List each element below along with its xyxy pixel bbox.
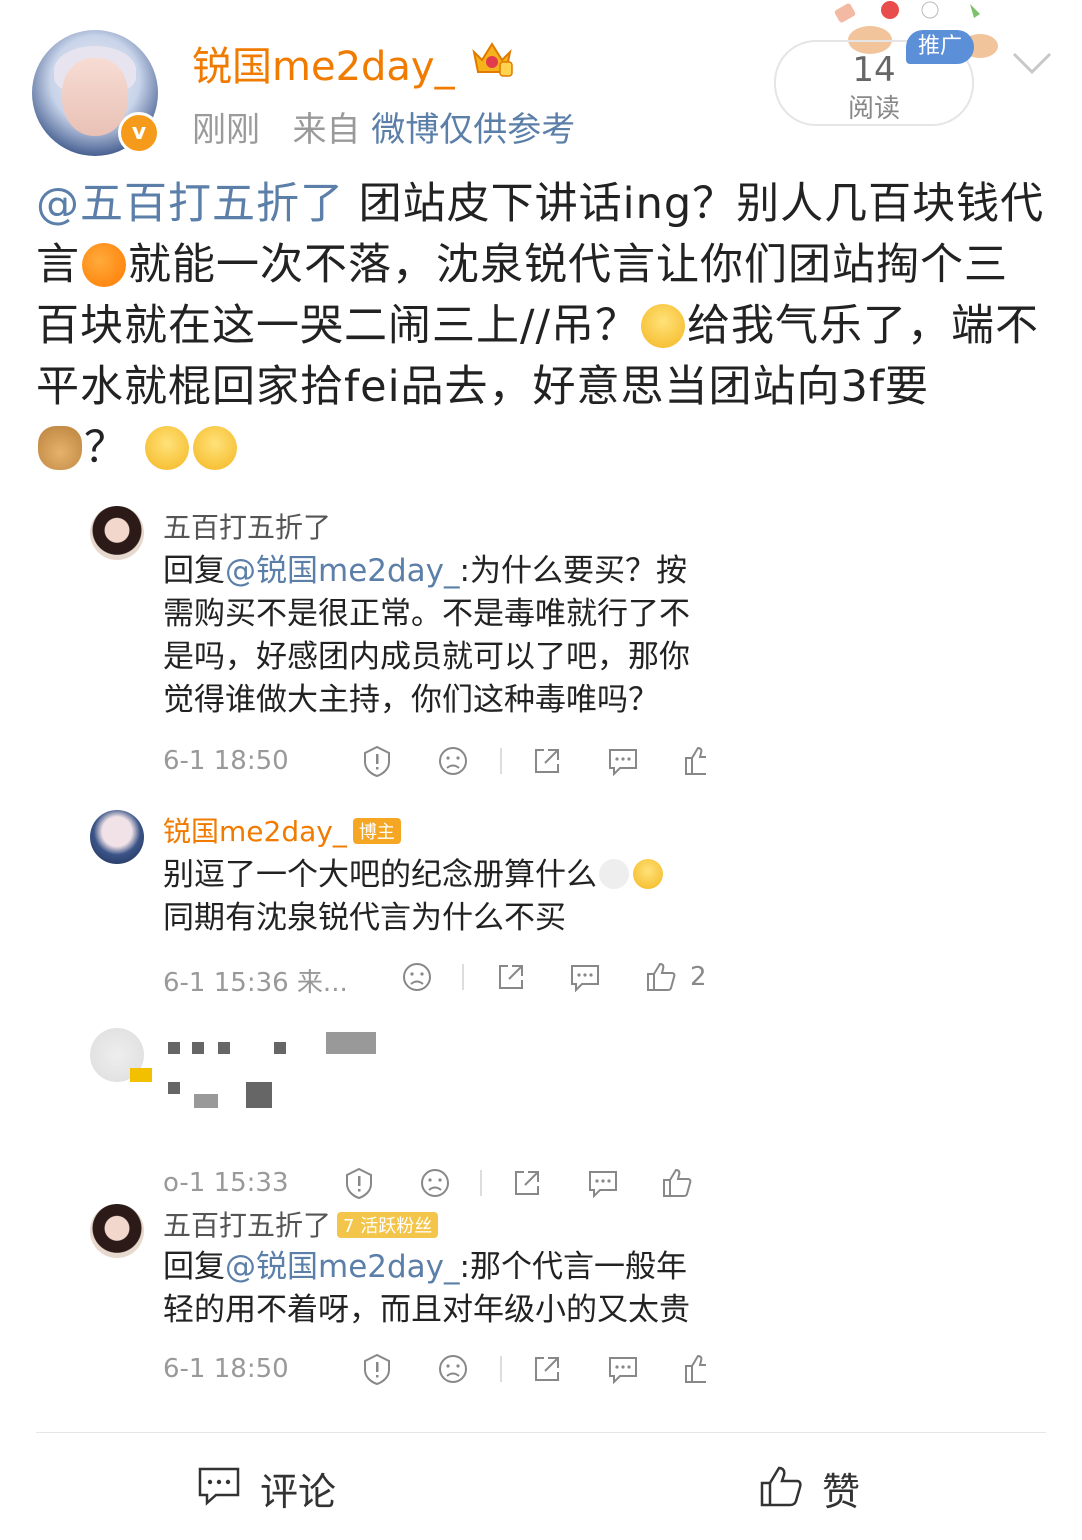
comment-text-line2: 同期有沈泉锐代言为什么不买 xyxy=(163,900,566,936)
avatar xyxy=(90,810,144,864)
comment-author-name: 五百打五折了 xyxy=(163,1209,332,1242)
bottom-action-bar: 评论 赞 xyxy=(0,1433,1082,1540)
censor-block xyxy=(130,1068,152,1082)
dove-emoji-icon xyxy=(599,859,629,889)
blogger-tag: 博主 xyxy=(352,818,401,844)
comment-actions xyxy=(360,1352,720,1386)
report-icon xyxy=(342,1166,376,1200)
comment-time: 6-1 15:36 来... xyxy=(163,968,348,998)
like-icon xyxy=(760,1466,802,1507)
censor-block xyxy=(168,1042,180,1054)
comment-body: 回复@锐国me2day_:为什么要买？按需购买不是很正常。不是毒唯就行了不是吗，… xyxy=(163,550,708,722)
share-icon xyxy=(494,960,528,994)
post-source[interactable]: 微博仅供参考 xyxy=(371,110,575,150)
post-mention[interactable]: @五百打五折了 xyxy=(36,179,344,229)
dislike-face-icon xyxy=(418,1166,452,1200)
comment-label: 评论 xyxy=(260,1470,337,1514)
share-icon xyxy=(530,744,564,778)
comment-button[interactable]: 评论 xyxy=(196,1461,356,1514)
comment-mention: @锐国me2day_ xyxy=(225,1249,460,1285)
like-icon xyxy=(682,1352,706,1386)
like-icon xyxy=(682,744,706,778)
comment-mention: @锐国me2day_ xyxy=(225,553,460,589)
dislike-face-icon xyxy=(400,960,434,994)
comment-author: 锐国me2day_ 博主 xyxy=(163,810,401,850)
censor-block xyxy=(218,1042,230,1054)
post-body: @五百打五折了 团站皮下讲话ing？别人几百块钱代言 就能一次不落，沈泉锐代言让你… xyxy=(36,174,1046,479)
orange-emoji-icon xyxy=(82,243,126,287)
laugh-cry-emoji-icon xyxy=(144,426,189,470)
comment-icon xyxy=(198,1467,240,1506)
censor-block xyxy=(194,1094,218,1108)
comment-icon xyxy=(568,960,602,994)
like-icon xyxy=(644,960,678,994)
censor-block xyxy=(326,1032,376,1054)
laugh-cry-emoji-icon xyxy=(192,426,237,470)
fan-level-tag: 7 活跃粉丝 xyxy=(337,1212,439,1238)
crown-icon xyxy=(472,42,513,77)
avatar xyxy=(90,506,144,560)
money-bag-emoji-icon xyxy=(38,426,82,470)
report-icon xyxy=(360,1352,394,1386)
comment-actions xyxy=(360,744,720,778)
divider xyxy=(462,964,464,990)
like-label: 赞 xyxy=(822,1470,861,1514)
dislike-face-icon xyxy=(436,1352,470,1386)
censor-block xyxy=(168,1082,180,1094)
comment-body: 回复@锐国me2day_:那个代言一般年轻的用不着呀，而且对年级小的又太贵 xyxy=(163,1246,708,1332)
comment-time: o-1 15:33 xyxy=(163,1168,289,1198)
comment-author: 五百打五折了 7 活跃粉丝 xyxy=(163,1204,439,1244)
divider xyxy=(500,748,502,774)
comment-author-name: 锐国me2day_ xyxy=(163,815,347,848)
censor-block xyxy=(192,1042,204,1054)
like-button[interactable]: 赞 xyxy=(758,1461,878,1514)
post-meta: 刚刚 来自 微博仅供参考 xyxy=(192,102,575,151)
username[interactable]: 锐国me2day_ xyxy=(192,34,455,92)
laugh-cry-emoji-icon xyxy=(640,304,685,348)
avatar-face xyxy=(62,58,128,136)
post-header: v 锐国me2day_ 刚刚 来自 微博仅供参考 14 阅读 推广 xyxy=(0,0,1082,160)
comment-text: 别逗了一个大吧的纪念册算什么 xyxy=(163,857,597,893)
like-icon xyxy=(660,1166,694,1200)
reply-prefix: 回复 xyxy=(163,1249,225,1285)
reply-prefix: 回复 xyxy=(163,553,225,589)
comment-screenshot: 五百打五折了 回复@锐国me2day_:为什么要买？按需购买不是很正常。不是毒唯… xyxy=(60,490,720,1420)
source-prefix: 来自 xyxy=(292,110,361,150)
comment-actions: 2 xyxy=(400,960,720,994)
censor-block xyxy=(246,1082,272,1108)
comment-time: 6-1 18:50 xyxy=(163,1354,289,1384)
comment-icon xyxy=(606,744,640,778)
comment-actions xyxy=(342,1166,712,1200)
avatar xyxy=(90,1204,144,1258)
post-text-part4: ？ xyxy=(84,423,143,473)
comment-icon xyxy=(586,1166,620,1200)
share-icon xyxy=(530,1352,564,1386)
censor-block xyxy=(274,1042,286,1054)
comment-time: 6-1 18:50 xyxy=(163,746,289,776)
share-icon xyxy=(510,1166,544,1200)
comment-icon xyxy=(606,1352,640,1386)
comment-author: 五百打五折了 xyxy=(163,511,332,544)
comment-body: 别逗了一个大吧的纪念册算什么 同期有沈泉锐代言为什么不买 xyxy=(163,854,708,940)
dislike-face-icon xyxy=(436,744,470,778)
like-count: 2 xyxy=(690,962,707,992)
read-label: 阅读 xyxy=(847,94,900,124)
post-time: 刚刚 xyxy=(192,110,260,150)
verified-icon: v xyxy=(118,112,160,154)
chevron-down-icon[interactable] xyxy=(1010,48,1054,78)
report-icon xyxy=(360,744,394,778)
ad-badge: 推广 xyxy=(906,30,974,64)
divider xyxy=(500,1356,502,1382)
divider xyxy=(480,1170,482,1196)
laugh-cry-emoji-icon xyxy=(633,859,663,889)
